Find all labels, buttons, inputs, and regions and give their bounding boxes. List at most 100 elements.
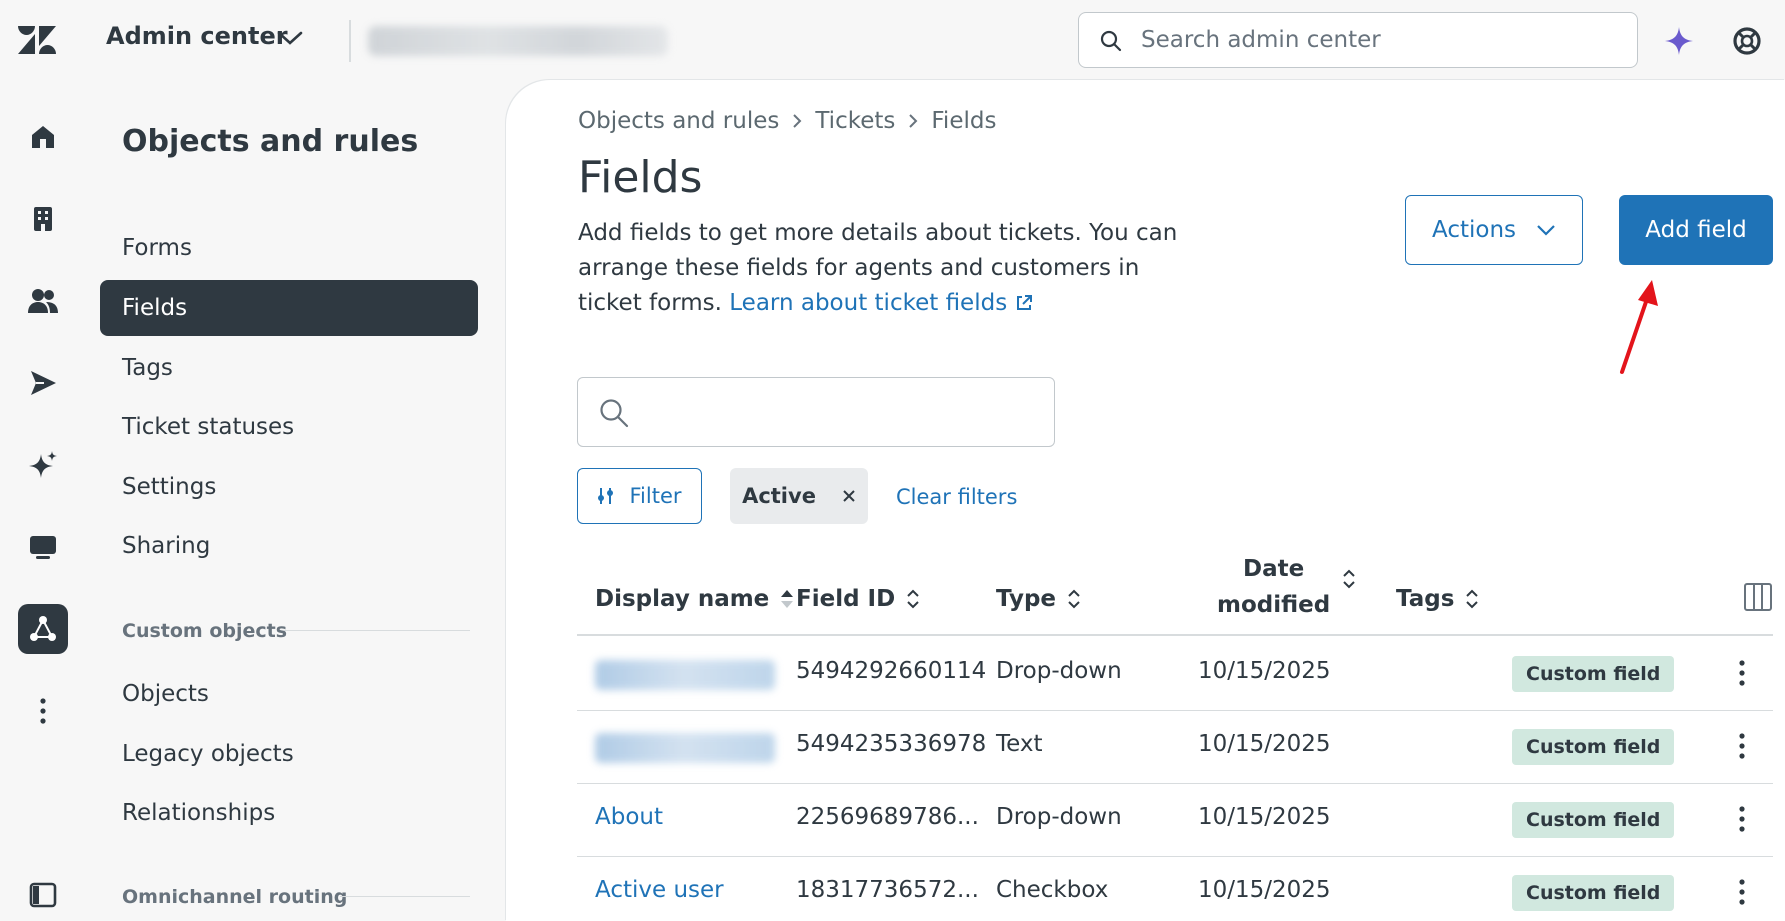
rail-people[interactable] [18,276,68,326]
top-bar: Admin center Search admin center [0,0,1785,80]
status-badge: Custom field [1512,875,1675,911]
status-badge: Custom field [1512,729,1675,765]
product-switcher-label[interactable]: Admin center [106,22,288,50]
field-type: Checkbox [996,877,1109,903]
breadcrumb: Objects and rules Tickets Fields [578,108,996,134]
sort-icon[interactable] [1341,568,1357,590]
actions-button[interactable]: Actions [1405,195,1583,265]
nav-section-omnichannel-routing: Omnichannel routing [122,886,348,908]
rail-home[interactable] [18,112,68,162]
display-name-link[interactable]: Active user [595,877,724,903]
actions-label: Actions [1431,217,1516,243]
field-type: Drop-down [996,804,1122,830]
nav-item-forms[interactable]: Forms [100,220,478,276]
nav-item-relationships[interactable]: Relationships [100,785,478,841]
display-name-redacted[interactable] [595,660,775,690]
divider [349,20,351,62]
filter-label: Filter [629,484,682,508]
status-badge: Custom field [1512,656,1675,692]
display-name-link[interactable]: About [595,804,663,830]
rail-collapse[interactable] [18,870,68,920]
table-row[interactable]: About 22569689786... Drop-down 10/15/202… [577,784,1773,857]
chevron-down-icon[interactable] [276,28,304,48]
status-badge: Custom field [1512,802,1675,838]
left-rail [0,80,86,921]
sort-icon [907,589,919,609]
breadcrumb-tickets[interactable]: Tickets [815,108,895,134]
building-icon [34,207,52,231]
filter-button[interactable]: Filter [577,468,702,524]
rail-ai[interactable] [18,440,68,490]
main-content: Objects and rules Tickets Fields Fields … [506,80,1785,921]
breadcrumb-objects-and-rules[interactable]: Objects and rules [578,108,779,134]
column-tags[interactable]: Tags [1396,586,1480,612]
nav-item-ticket-statuses[interactable]: Ticket statuses [100,399,478,455]
learn-about-fields-link[interactable]: Learn about ticket fields [729,290,1032,316]
admin-search-input[interactable]: Search admin center [1078,12,1638,68]
row-overflow-menu-icon[interactable] [1737,658,1747,688]
chevron-down-icon [1537,225,1555,236]
rail-account[interactable] [18,194,68,244]
row-overflow-menu-icon[interactable] [1737,731,1747,761]
help-icon[interactable] [1732,26,1762,56]
nav-item-tags[interactable]: Tags [100,340,478,396]
column-type[interactable]: Type [996,586,1082,612]
table-row[interactable]: Active user 18317736572... Checkbox 10/1… [577,857,1773,921]
people-icon [28,289,58,313]
nav-section-custom-objects: Custom objects [122,620,288,642]
column-date-modified[interactable]: Date modified [1217,552,1330,622]
nav-item-objects[interactable]: Objects [100,666,478,722]
rail-workspaces[interactable] [18,522,68,572]
rail-channels[interactable] [18,358,68,408]
field-type: Drop-down [996,658,1122,684]
home-icon [32,126,54,148]
field-search-input[interactable] [577,377,1055,447]
add-field-button[interactable]: Add field [1619,195,1773,265]
filter-sliders-icon [598,488,614,504]
table-row[interactable]: 5494292660114 Drop-down 10/15/2025 Custo… [577,638,1773,711]
field-id: 18317736572... [796,877,979,903]
column-display-name[interactable]: Display name [595,586,795,612]
page-title: Fields [578,152,703,203]
active-filter-chip[interactable]: Active [730,468,868,524]
display-name-redacted[interactable] [595,733,775,763]
field-id: 5494292660114 [796,658,987,684]
sort-icon [1068,589,1080,609]
nav-item-fields[interactable]: Fields [100,280,478,336]
annotation-arrow-icon [1620,280,1658,374]
divider [284,630,470,631]
columns-settings-icon[interactable] [1743,582,1773,612]
rail-objects-and-rules[interactable] [18,604,68,654]
field-id: 22569689786... [796,804,979,830]
row-overflow-menu-icon[interactable] [1737,804,1747,834]
objects-rules-icon [30,616,56,641]
date-modified: 10/15/2025 [1198,658,1331,684]
nav-item-settings[interactable]: Settings [100,459,478,515]
search-icon [600,399,629,428]
sort-icon [1466,589,1479,609]
send-icon [31,371,56,395]
divider [340,896,470,897]
field-id: 5494235336978 [796,731,987,757]
search-icon [1100,30,1122,52]
clear-filters-link[interactable]: Clear filters [896,485,1017,509]
table-row[interactable]: 5494235336978 Text 10/15/2025 Custom fie… [577,711,1773,784]
table-header: Display name Field ID Type Date modified… [577,550,1773,636]
page-description: Add fields to get more details about tic… [578,216,1188,321]
chevron-right-icon [793,114,802,128]
sparkle-icon [29,451,57,478]
sidebar-toggle-icon [29,882,57,908]
chip-label: Active [742,484,816,508]
date-modified: 10/15/2025 [1198,731,1331,757]
ai-assistant-icon[interactable] [1663,25,1695,57]
date-modified: 10/15/2025 [1198,804,1331,830]
close-icon[interactable] [842,489,856,503]
search-placeholder: Search admin center [1141,27,1381,53]
nav-title: Objects and rules [122,124,419,159]
rail-more[interactable] [18,686,68,736]
column-field-id[interactable]: Field ID [796,586,921,612]
zendesk-logo-icon[interactable] [18,26,56,54]
row-overflow-menu-icon[interactable] [1737,877,1747,907]
nav-item-sharing[interactable]: Sharing [100,518,478,574]
nav-item-legacy-objects[interactable]: Legacy objects [100,726,478,782]
